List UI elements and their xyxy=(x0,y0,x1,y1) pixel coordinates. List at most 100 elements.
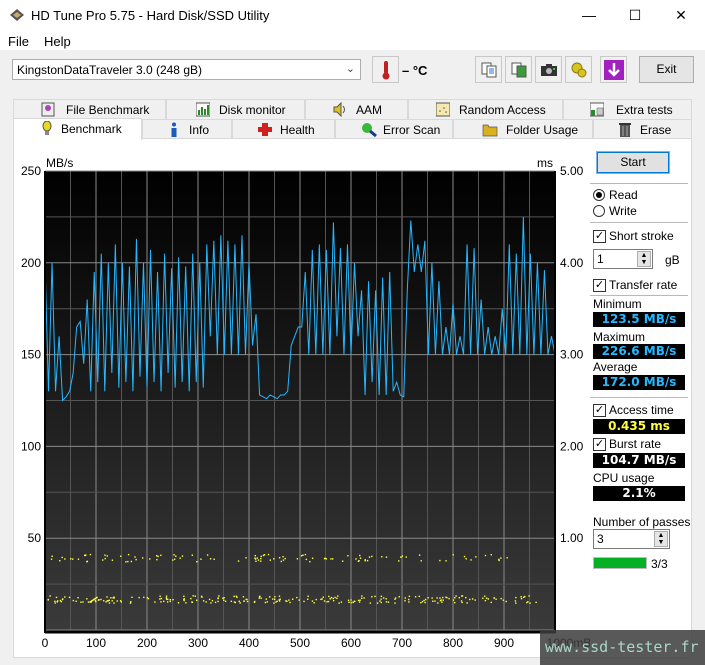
access-time-point xyxy=(243,600,245,602)
tab-info[interactable]: Info xyxy=(142,119,232,139)
tab-file-benchmark[interactable]: File Benchmark xyxy=(13,99,166,119)
access-time-point xyxy=(103,600,105,602)
access-time-point xyxy=(105,601,107,603)
access-time-point xyxy=(307,595,309,597)
temperature-button[interactable] xyxy=(372,56,399,83)
access-time-point xyxy=(363,597,365,599)
short-stroke-input[interactable]: 1 ▲ ▼ xyxy=(593,249,653,269)
access-time-point xyxy=(380,595,383,598)
access-time-point xyxy=(160,554,162,557)
access-time-point xyxy=(282,555,284,558)
disk-monitor-icon xyxy=(196,102,210,117)
access-time-checkbox[interactable]: ✓ xyxy=(593,404,606,417)
y-tick-label-left: 200 xyxy=(21,256,41,270)
tab-disk-monitor[interactable]: Disk monitor xyxy=(166,99,305,119)
tab-extra-tests[interactable]: Extra tests xyxy=(563,99,692,119)
access-time-point xyxy=(461,601,463,604)
access-time-point xyxy=(245,557,247,559)
tab-benchmark[interactable]: Benchmark xyxy=(13,118,142,140)
access-time-point xyxy=(239,602,241,604)
access-time-point xyxy=(61,556,63,559)
exit-button[interactable]: Exit xyxy=(639,56,694,83)
access-time-point xyxy=(348,601,350,603)
read-label: Read xyxy=(609,188,638,202)
options-button[interactable] xyxy=(565,56,592,83)
close-button[interactable]: ✕ xyxy=(658,0,704,31)
access-time-point xyxy=(209,558,212,560)
access-time-point xyxy=(206,554,209,556)
access-time-point xyxy=(72,599,75,602)
access-time-point xyxy=(190,597,192,600)
access-time-point xyxy=(482,597,484,599)
average-value: 172.0 MB/s xyxy=(593,375,685,390)
tab-error-scan[interactable]: Error Scan xyxy=(335,119,453,139)
copy-screenshot-button[interactable] xyxy=(505,56,532,83)
minimize-button[interactable]: — xyxy=(566,0,612,31)
access-time-point xyxy=(276,600,278,603)
access-time-point xyxy=(437,602,439,604)
access-time-point xyxy=(330,596,333,599)
tab-aam[interactable]: AAM xyxy=(305,99,408,119)
menu-file[interactable]: File xyxy=(8,34,29,49)
spin-arrows[interactable]: ▲ ▼ xyxy=(637,251,651,267)
access-time-point xyxy=(59,560,61,562)
access-time-point xyxy=(154,601,156,603)
access-time-point xyxy=(77,597,79,599)
title-bar: HD Tune Pro 5.75 - Hard Disk/SSD Utility… xyxy=(0,0,705,31)
access-time-point xyxy=(129,602,132,604)
access-time-point xyxy=(369,602,372,604)
access-time-point xyxy=(385,598,387,600)
start-button[interactable]: Start xyxy=(596,151,670,174)
access-time-point xyxy=(263,554,266,556)
copy-text-icon xyxy=(481,62,496,77)
access-time-point xyxy=(471,598,474,600)
access-time-point xyxy=(265,598,268,600)
access-time-point xyxy=(131,596,133,599)
tab-folder-usage[interactable]: Folder Usage xyxy=(453,119,593,139)
access-time-point xyxy=(358,601,361,603)
separator xyxy=(590,183,688,184)
access-time-point xyxy=(278,557,281,559)
access-time-point xyxy=(332,599,335,602)
access-time-point xyxy=(535,601,537,604)
access-time-point xyxy=(490,554,492,556)
drive-select[interactable]: KingstonDataTraveler 3.0 (248 gB) ⌄ xyxy=(12,59,361,80)
access-time-point xyxy=(382,597,385,599)
tab-erase[interactable]: Erase xyxy=(593,119,692,139)
spin-arrows[interactable]: ▲ ▼ xyxy=(654,531,668,547)
access-time-point xyxy=(172,559,174,561)
access-time-point xyxy=(323,600,326,602)
menu-help[interactable]: Help xyxy=(44,34,71,49)
access-time-point xyxy=(414,596,417,598)
access-time-point xyxy=(311,557,314,559)
transfer-rate-checkbox[interactable]: ✓ xyxy=(593,279,606,292)
extra-tests-icon xyxy=(590,102,604,117)
copy-text-button[interactable] xyxy=(475,56,502,83)
access-time-point xyxy=(420,601,422,604)
access-time-point xyxy=(285,600,287,602)
access-time-point xyxy=(104,554,106,556)
access-time-point xyxy=(236,596,238,599)
passes-input[interactable]: 3 ▲ ▼ xyxy=(593,529,670,549)
access-time-point xyxy=(353,600,356,602)
read-radio[interactable] xyxy=(593,189,605,201)
screenshot-button[interactable] xyxy=(535,56,562,83)
maximize-button[interactable]: ☐ xyxy=(612,0,658,31)
tab-random-access[interactable]: Random Access xyxy=(408,99,563,119)
access-time-point xyxy=(371,596,373,598)
burst-rate-checkbox[interactable]: ✓ xyxy=(593,438,606,451)
access-time-point xyxy=(524,595,526,598)
save-button[interactable] xyxy=(600,56,627,83)
short-stroke-checkbox[interactable]: ✓ xyxy=(593,230,606,243)
access-time-point xyxy=(296,596,298,599)
access-time-point xyxy=(387,601,390,603)
access-time-point xyxy=(143,596,145,599)
access-time-point xyxy=(424,601,426,604)
access-time-point xyxy=(47,599,49,601)
separator xyxy=(590,222,688,223)
separator xyxy=(590,397,688,398)
tab-health[interactable]: Health xyxy=(232,119,335,139)
temperature-value: – °C xyxy=(402,63,428,78)
options-icon xyxy=(571,62,586,77)
write-radio[interactable] xyxy=(593,205,605,217)
